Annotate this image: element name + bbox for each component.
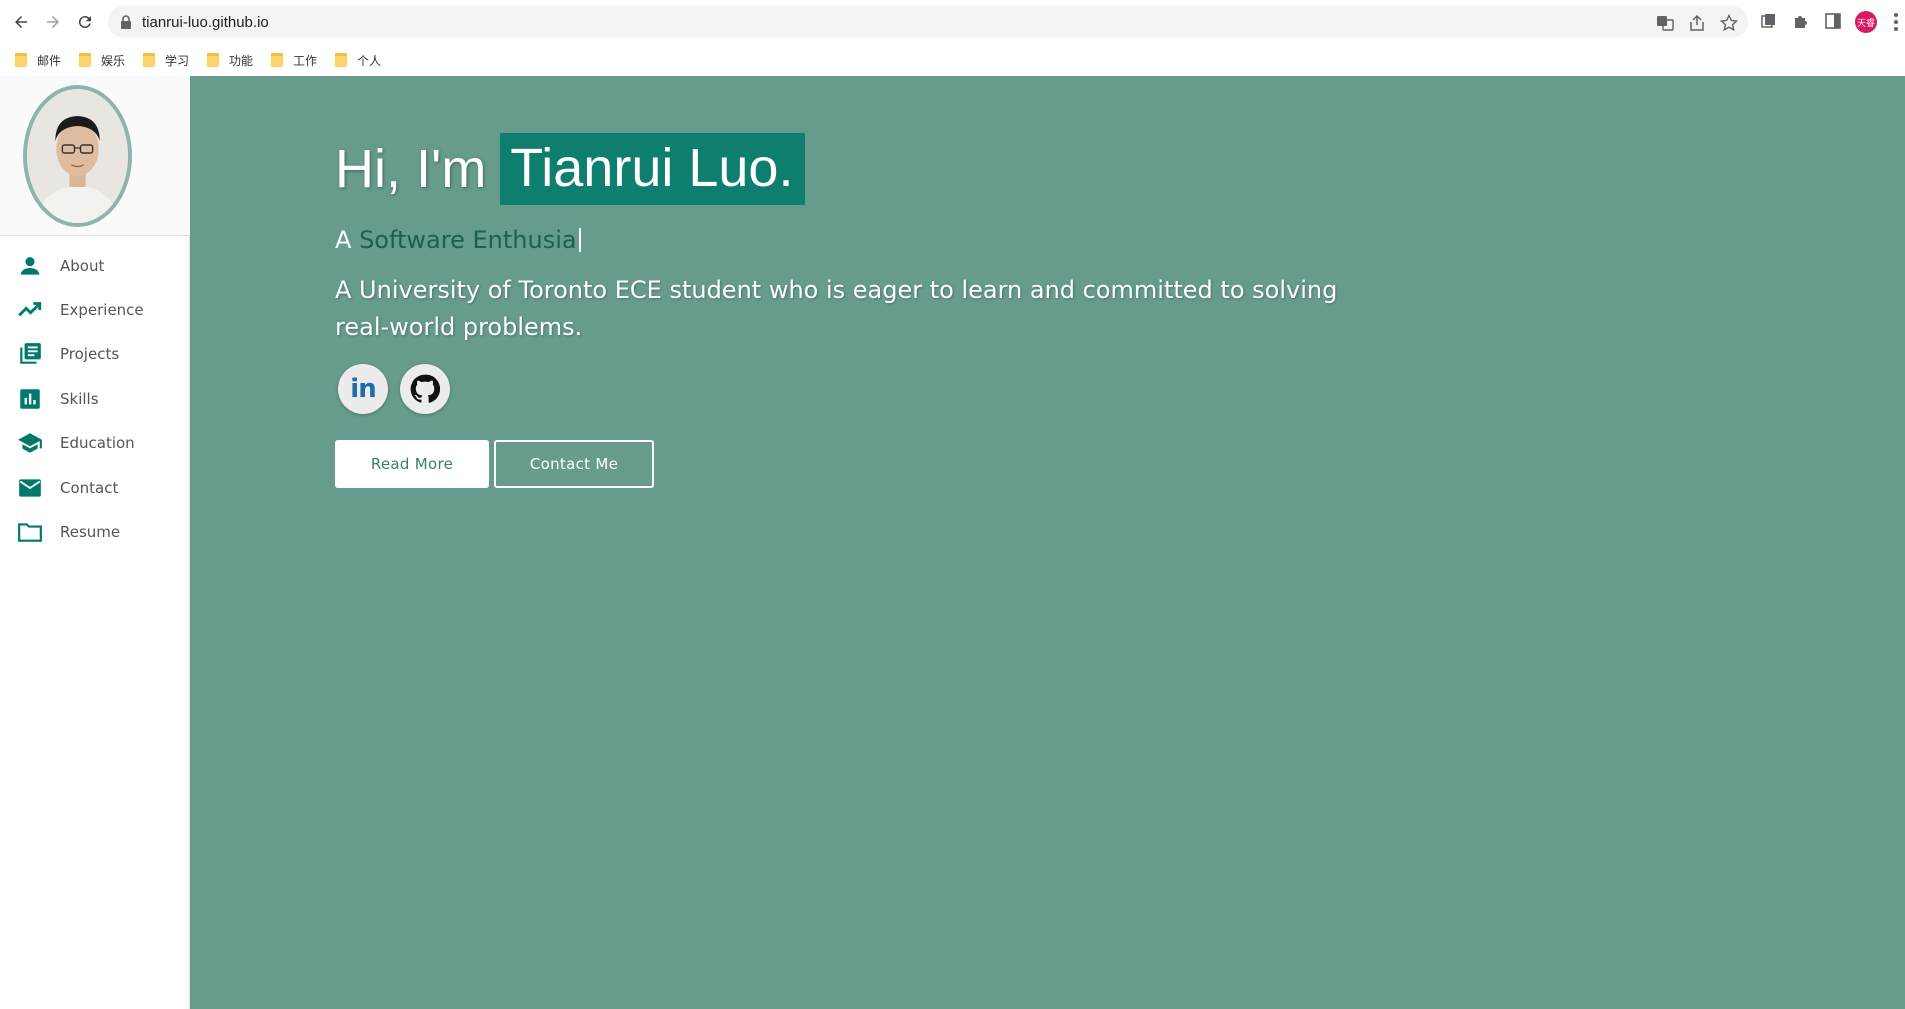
folder-icon [143, 53, 155, 67]
profile-initials: 天睿 [1856, 18, 1875, 29]
sidebar-item-label: About [60, 257, 105, 275]
sidebar-item-label: Education [60, 434, 135, 452]
folder-icon [271, 53, 283, 67]
bookmark-folder[interactable]: 个人 [335, 51, 381, 69]
sidebar-item-label: Skills [60, 390, 99, 408]
library-books-icon [20, 343, 41, 364]
bookmark-label: 邮件 [37, 53, 62, 68]
bookmark-label: 学习 [165, 53, 190, 68]
sidebar-item-label: Projects [60, 345, 120, 363]
forward-arrow-icon [47, 16, 59, 28]
bar-chart-icon [20, 389, 40, 409]
sidebar-item-resume[interactable]: Resume [0, 512, 189, 552]
more-menu-icon[interactable] [1893, 12, 1899, 32]
social-links: in [338, 364, 450, 414]
sidebar-item-education[interactable]: Education [0, 423, 189, 463]
sidebar-item-label: Experience [60, 301, 144, 319]
hero-section: Hi, I'm Tianrui Luo. A Software Enthusia… [190, 76, 1905, 1009]
bookmark-folder[interactable]: 邮件 [15, 51, 61, 69]
bookmarks-bar: 邮件 娱乐 学习 功能 工作 个人 [0, 44, 1905, 76]
back-arrow-icon [15, 16, 27, 28]
lock-icon [121, 15, 131, 29]
folder-icon [79, 53, 91, 67]
typing-cursor [578, 228, 581, 252]
bookmark-folder[interactable]: 功能 [207, 51, 253, 69]
hero-name: Tianrui Luo. [500, 133, 806, 205]
typed-role-text: Software Enthusia [359, 226, 577, 254]
hero-description: A University of Toronto ECE student who … [335, 276, 1338, 341]
github-icon [410, 374, 440, 403]
sidebar-item-contact[interactable]: Contact [0, 468, 189, 508]
profile-header [0, 76, 190, 236]
sidebar: About Experience Projects Skills Educati… [0, 76, 190, 1009]
subtitle-prefix: A [335, 226, 352, 254]
tab-search-icon[interactable] [1760, 12, 1778, 30]
back-button[interactable] [8, 9, 34, 35]
browser-toolbar: tianrui-luo.github.io 天睿 [0, 0, 1905, 44]
person-icon [20, 257, 40, 275]
linkedin-button[interactable]: in [338, 364, 388, 414]
reload-icon [78, 16, 91, 29]
translate-icon[interactable] [1656, 14, 1674, 32]
side-panel-icon[interactable] [1824, 12, 1842, 30]
sidebar-item-skills[interactable]: Skills [0, 379, 189, 419]
bookmark-label: 功能 [229, 53, 254, 68]
sidebar-item-label: Contact [60, 479, 119, 497]
mail-icon [19, 479, 41, 497]
bookmark-folder[interactable]: 工作 [271, 51, 317, 69]
bookmark-folder[interactable]: 学习 [143, 51, 189, 69]
forward-button[interactable] [40, 9, 66, 35]
url-text: tianrui-luo.github.io [142, 14, 269, 31]
github-button[interactable] [400, 364, 450, 414]
school-icon [18, 433, 42, 453]
linkedin-icon: in [350, 374, 376, 404]
bookmark-label: 工作 [293, 53, 318, 68]
bookmark-label: 个人 [357, 53, 382, 68]
folder-icon [207, 53, 219, 67]
hero-subtitle: A Software Enthusia [335, 226, 581, 254]
hero-heading: Hi, I'm Tianrui Luo. [335, 133, 806, 205]
sidebar-item-about[interactable]: About [0, 246, 189, 286]
sidebar-item-experience[interactable]: Experience [0, 290, 189, 330]
profile-avatar[interactable]: 天睿 [1855, 11, 1877, 33]
trending-up-icon [18, 302, 42, 317]
extensions-puzzle-icon[interactable] [1792, 12, 1810, 30]
read-more-button[interactable]: Read More [335, 440, 489, 488]
sidebar-item-projects[interactable]: Projects [0, 334, 189, 374]
greeting-prefix: Hi, I'm [335, 139, 487, 199]
folder-icon [15, 53, 27, 67]
sidebar-item-label: Resume [60, 523, 121, 541]
profile-photo-frame [23, 85, 132, 227]
hero-actions: Read More Contact Me [335, 440, 654, 488]
folder-icon [335, 53, 347, 67]
address-bar[interactable]: tianrui-luo.github.io [108, 6, 1748, 38]
bookmark-folder[interactable]: 娱乐 [79, 51, 125, 69]
profile-photo [27, 89, 128, 223]
folder-outline-icon [18, 523, 42, 542]
reload-button[interactable] [72, 9, 98, 35]
contact-me-button[interactable]: Contact Me [494, 440, 654, 488]
bookmark-label: 娱乐 [101, 53, 126, 68]
share-icon[interactable] [1688, 14, 1706, 32]
bookmark-star-icon[interactable] [1720, 14, 1738, 32]
